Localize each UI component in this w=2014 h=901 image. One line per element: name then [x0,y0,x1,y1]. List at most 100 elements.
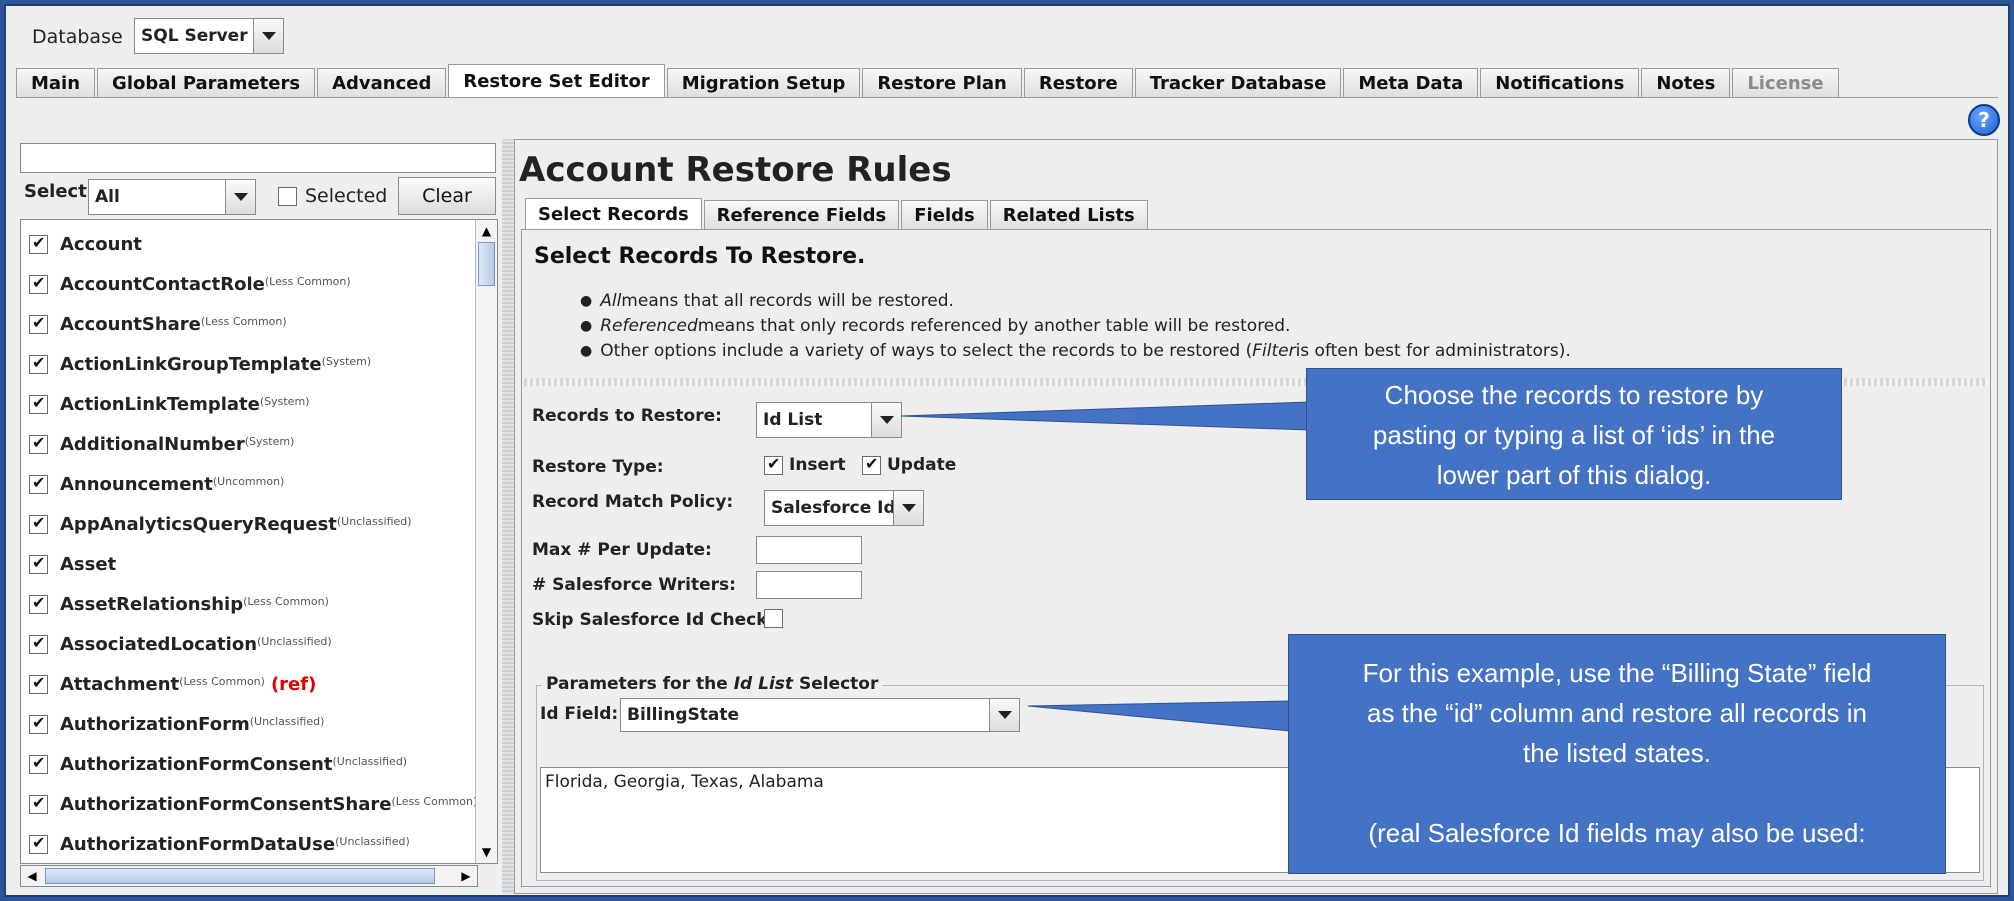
tab-global-parameters[interactable]: Global Parameters [97,68,316,98]
item-checkbox[interactable] [29,473,48,494]
ref-badge: (ref) [270,673,317,695]
tab-notes[interactable]: Notes [1641,68,1731,98]
item-checkbox[interactable] [29,393,48,414]
id-field-select[interactable]: BillingState [620,698,1020,732]
database-select[interactable]: SQL Server [134,18,284,54]
list-item[interactable]: AccountShare(Less Common) [29,304,287,344]
tab-restore-set-editor[interactable]: Restore Set Editor [448,64,665,98]
records-to-restore-select[interactable]: Id List [756,402,902,438]
item-name: AuthorizationFormDataUse [60,833,336,855]
skip-check-checkbox[interactable] [764,609,783,628]
scroll-up-icon[interactable]: ▲ [476,220,497,242]
chevron-down-icon[interactable] [253,19,283,53]
item-checkbox[interactable] [29,593,48,614]
list-item[interactable]: AssociatedLocation(Unclassified) [29,624,332,664]
list-vertical-scrollbar[interactable]: ▲ ▼ [475,220,497,863]
scroll-thumb[interactable] [478,242,495,286]
list-item[interactable]: Account [29,224,142,264]
list-item[interactable]: AuthorizationFormDataUse(Unclassified) [29,824,410,863]
item-checkbox[interactable] [29,313,48,334]
tab-tracker-database[interactable]: Tracker Database [1134,68,1342,98]
item-tag: (Uncommon) [212,474,285,488]
list-item[interactable]: AuthorizationForm(Unclassified) [29,704,324,744]
item-checkbox[interactable] [29,353,48,374]
list-item[interactable]: Attachment(Less Common) (ref) [29,664,316,704]
list-item[interactable]: AppAnalyticsQueryRequest(Unclassified) [29,504,412,544]
tab-select-records[interactable]: Select Records [525,198,702,230]
item-checkbox[interactable] [29,713,48,734]
help-icon[interactable]: ? [1968,104,2000,136]
tab-meta-data[interactable]: Meta Data [1343,68,1479,98]
restore-type-label: Restore Type: [532,457,664,477]
item-checkbox[interactable] [29,433,48,454]
list-item[interactable]: Asset [29,544,116,584]
tab-migration-setup[interactable]: Migration Setup [666,68,861,98]
match-policy-value: Salesforce Id [771,498,896,518]
list-item[interactable]: ActionLinkTemplate(System) [29,384,309,424]
selected-toggle[interactable]: Selected [278,185,387,207]
item-checkbox[interactable] [29,273,48,294]
item-checkbox[interactable] [29,673,48,694]
item-name: Announcement [60,473,213,495]
update-checkbox[interactable] [862,454,881,475]
writers-input[interactable] [756,571,862,599]
tab-notifications[interactable]: Notifications [1480,68,1640,98]
tab-related-lists[interactable]: Related Lists [989,200,1148,230]
tab-reference-fields[interactable]: Reference Fields [703,200,900,230]
list-item[interactable]: AdditionalNumber(System) [29,424,294,464]
tab-license[interactable]: License [1732,68,1839,98]
item-tag: (System) [321,354,372,368]
scroll-thumb[interactable] [45,868,435,884]
list-item[interactable]: ActionLinkGroupTemplate(System) [29,344,371,384]
select-filter-value: All [95,187,120,207]
tab-advanced[interactable]: Advanced [317,68,447,98]
panel-splitter[interactable] [502,139,514,894]
item-checkbox[interactable] [29,793,48,814]
selected-checkbox[interactable] [278,186,297,206]
item-checkbox[interactable] [29,833,48,854]
chevron-down-icon[interactable] [871,403,901,437]
id-field-label: Id Field: [540,704,619,724]
item-checkbox[interactable] [29,633,48,654]
item-tag: (Unclassified) [249,714,325,728]
list-item[interactable]: Announcement(Uncommon) [29,464,284,504]
tab-restore-plan[interactable]: Restore Plan [862,68,1022,98]
chevron-down-icon[interactable] [989,699,1019,731]
chevron-down-icon[interactable] [893,491,923,525]
list-item[interactable]: AuthorizationFormConsentShare(Less Commo… [29,784,477,824]
list-horizontal-scrollbar[interactable]: ◀ ▶ [20,865,478,887]
object-search-input[interactable] [20,143,496,173]
item-tag: (Less Common) [243,594,329,608]
scroll-right-icon[interactable]: ▶ [455,866,477,886]
scroll-left-icon[interactable]: ◀ [21,866,43,886]
item-name: AccountContactRole [60,273,265,295]
tab-restore[interactable]: Restore [1023,68,1133,98]
tab-fields[interactable]: Fields [901,200,988,230]
max-per-update-input[interactable] [756,536,862,564]
writers-label: # Salesforce Writers: [532,575,736,595]
list-item[interactable]: AuthorizationFormConsent(Unclassified) [29,744,407,784]
item-checkbox[interactable] [29,753,48,774]
tab-main[interactable]: Main [16,68,96,98]
list-item[interactable]: AccountContactRole(Less Common) [29,264,351,304]
insert-option[interactable]: Insert [764,454,846,475]
clear-button[interactable]: Clear [398,177,496,215]
scroll-down-icon[interactable]: ▼ [476,841,497,863]
select-filter-dropdown[interactable]: All [88,179,256,215]
update-option[interactable]: Update [862,454,956,475]
item-name: AssociatedLocation [60,633,258,655]
item-tag: (Unclassified) [257,634,332,648]
chevron-down-icon[interactable] [225,180,255,214]
item-checkbox[interactable] [29,513,48,534]
item-checkbox[interactable] [29,233,48,254]
id-field-value: BillingState [627,705,740,725]
item-name: Asset [60,553,117,575]
item-tag: (Unclassified) [336,514,412,528]
database-select-value: SQL Server [141,26,248,46]
main-tabs: Main Global Parameters Advanced Restore … [16,64,1841,98]
insert-checkbox[interactable] [764,454,783,475]
item-checkbox[interactable] [29,553,48,574]
list-item[interactable]: AssetRelationship(Less Common) [29,584,329,624]
match-policy-select[interactable]: Salesforce Id [764,490,924,526]
item-name: AuthorizationForm [60,713,250,735]
